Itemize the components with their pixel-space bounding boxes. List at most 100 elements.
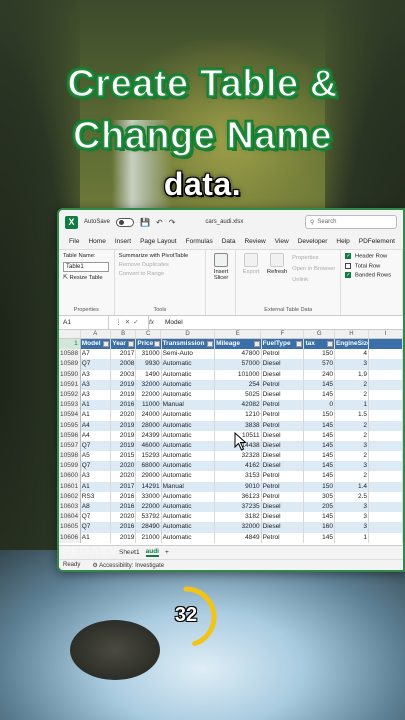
table-cell[interactable]: Q7 xyxy=(81,440,112,452)
table-cell[interactable]: 32000 xyxy=(136,379,162,390)
column-header-a[interactable]: A xyxy=(81,330,112,338)
table-cell[interactable]: 3 xyxy=(335,502,369,513)
select-all-corner[interactable] xyxy=(59,330,81,338)
table-cell[interactable]: 2019 xyxy=(111,379,137,390)
table-cell[interactable]: 28000 xyxy=(136,420,162,431)
table-cell[interactable]: 0 xyxy=(304,400,335,411)
column-header-h[interactable]: H xyxy=(335,330,369,338)
table-cell[interactable]: Q7 xyxy=(81,359,112,370)
column-header-d[interactable]: D xyxy=(161,330,215,338)
header-row-option[interactable]: ✓ Header Row xyxy=(345,253,398,260)
table-cell[interactable]: 3 xyxy=(335,359,369,370)
table-cell[interactable]: Automatic xyxy=(162,461,216,472)
table-cell-empty[interactable] xyxy=(369,410,403,421)
table-cell-empty[interactable] xyxy=(369,349,403,360)
column-header-e[interactable]: E xyxy=(215,330,262,338)
table-cell[interactable]: 3 xyxy=(335,461,369,472)
table-cell[interactable]: 2020 xyxy=(111,461,137,472)
convert-to-range-button[interactable]: Convert to Range xyxy=(119,271,201,277)
row-number[interactable]: 10598 xyxy=(59,451,81,462)
table-cell[interactable]: 32000 xyxy=(215,522,262,533)
table-cell-empty[interactable] xyxy=(369,430,403,441)
table-cell[interactable]: 2019 xyxy=(111,389,137,401)
table-cell[interactable]: 33000 xyxy=(136,491,162,502)
table-cell[interactable]: Q7 xyxy=(81,522,112,533)
row-number[interactable]: 10602 xyxy=(59,491,81,502)
table-cell[interactable]: 3182 xyxy=(215,512,262,523)
column-header-g[interactable]: G xyxy=(304,330,335,338)
table-cell[interactable]: 2 xyxy=(335,420,369,431)
table-cell[interactable]: Diesel xyxy=(262,522,305,533)
filter-dropdown-icon[interactable] xyxy=(128,341,135,348)
table-cell[interactable]: 68000 xyxy=(136,461,162,472)
table-cell[interactable]: A1 xyxy=(81,532,112,543)
row-number[interactable]: 10599 xyxy=(59,461,81,472)
table-cell[interactable]: Manual xyxy=(162,481,216,492)
table-cell-empty[interactable] xyxy=(369,389,403,401)
table-cell[interactable]: 36123 xyxy=(215,491,262,502)
table-cell-empty[interactable] xyxy=(369,481,403,492)
banded-rows-checkbox[interactable]: ✓ xyxy=(345,272,352,279)
table-cell[interactable]: Petrol xyxy=(262,349,305,360)
table-cell[interactable]: Automatic xyxy=(162,410,216,421)
table-cell[interactable]: 145 xyxy=(304,471,335,482)
table-cell-empty[interactable] xyxy=(369,451,403,462)
table-cell[interactable]: A1 xyxy=(81,410,112,421)
table-cell[interactable]: 37235 xyxy=(215,502,262,513)
table-cell[interactable]: Diesel xyxy=(262,369,305,380)
insert-slicer-button[interactable]: Insert Slicer xyxy=(210,253,232,281)
table-cell[interactable]: 4162 xyxy=(215,461,262,472)
row-number[interactable]: 1 xyxy=(59,339,81,350)
table-cell[interactable]: 2019 xyxy=(111,532,137,543)
table-cell[interactable]: 2019 xyxy=(111,430,137,441)
table-cell-empty[interactable] xyxy=(369,512,403,523)
header-cell-fueltype[interactable]: FuelType xyxy=(262,339,305,350)
table-cell[interactable]: 2003 xyxy=(111,369,137,380)
table-cell[interactable]: 3153 xyxy=(215,471,262,482)
row-number[interactable]: 10588 xyxy=(59,349,81,360)
table-cell[interactable]: Petrol xyxy=(262,400,305,411)
row-number[interactable]: 10593 xyxy=(59,400,81,411)
header-row-checkbox[interactable]: ✓ xyxy=(345,253,352,259)
table-cell[interactable]: Petrol xyxy=(262,481,305,492)
table-cell[interactable]: 21000 xyxy=(136,532,162,543)
filter-dropdown-icon[interactable] xyxy=(207,341,214,348)
tab-pdfelement[interactable]: PDFelement xyxy=(359,238,395,245)
table-cell[interactable]: 2016 xyxy=(111,522,137,533)
table-cell[interactable]: A4 xyxy=(81,420,112,431)
table-cell[interactable]: 42082 xyxy=(215,400,262,411)
table-cell[interactable]: 29000 xyxy=(136,471,162,482)
table-cell[interactable]: 2019 xyxy=(111,420,137,431)
table-cell[interactable]: 11000 xyxy=(136,400,162,411)
table-cell[interactable]: 1.5 xyxy=(335,410,369,421)
table-cell[interactable]: A1 xyxy=(81,481,112,492)
table-cell[interactable]: 28490 xyxy=(136,522,162,533)
table-cell[interactable]: 2020 xyxy=(111,410,137,421)
refresh-button[interactable]: Refresh xyxy=(266,253,288,312)
sheet-tab-audi[interactable]: audi xyxy=(145,548,159,557)
table-cell[interactable]: Automatic xyxy=(162,491,216,502)
table-cell[interactable]: A1 xyxy=(81,400,112,411)
table-cell[interactable]: A7 xyxy=(81,349,112,360)
table-cell[interactable]: Diesel xyxy=(262,502,305,513)
tab-data[interactable]: Data xyxy=(222,238,236,245)
tab-file[interactable]: File xyxy=(69,238,79,245)
table-cell[interactable]: 2 xyxy=(335,430,369,441)
table-cell[interactable]: 1 xyxy=(335,532,369,543)
table-cell[interactable]: 2020 xyxy=(111,471,137,482)
table-cell[interactable]: Automatic xyxy=(162,359,216,370)
redo-icon[interactable]: ↷ xyxy=(169,218,176,227)
banded-rows-option[interactable]: ✓ Banded Rows xyxy=(345,272,398,279)
column-header-c[interactable]: C xyxy=(136,330,162,338)
table-cell[interactable]: 2015 xyxy=(111,451,137,462)
tab-home[interactable]: Home xyxy=(88,238,105,245)
row-number[interactable]: 10590 xyxy=(59,369,81,380)
table-cell-empty[interactable] xyxy=(369,440,403,452)
row-number[interactable]: 10600 xyxy=(59,471,81,482)
table-name-input[interactable]: Table1 xyxy=(63,262,109,272)
table-cell[interactable]: 2 xyxy=(335,379,369,390)
export-button[interactable]: Export xyxy=(240,253,262,312)
row-number[interactable]: 10605 xyxy=(59,522,81,533)
table-cell[interactable]: 1.4 xyxy=(335,481,369,492)
row-number[interactable]: 10595 xyxy=(59,420,81,431)
